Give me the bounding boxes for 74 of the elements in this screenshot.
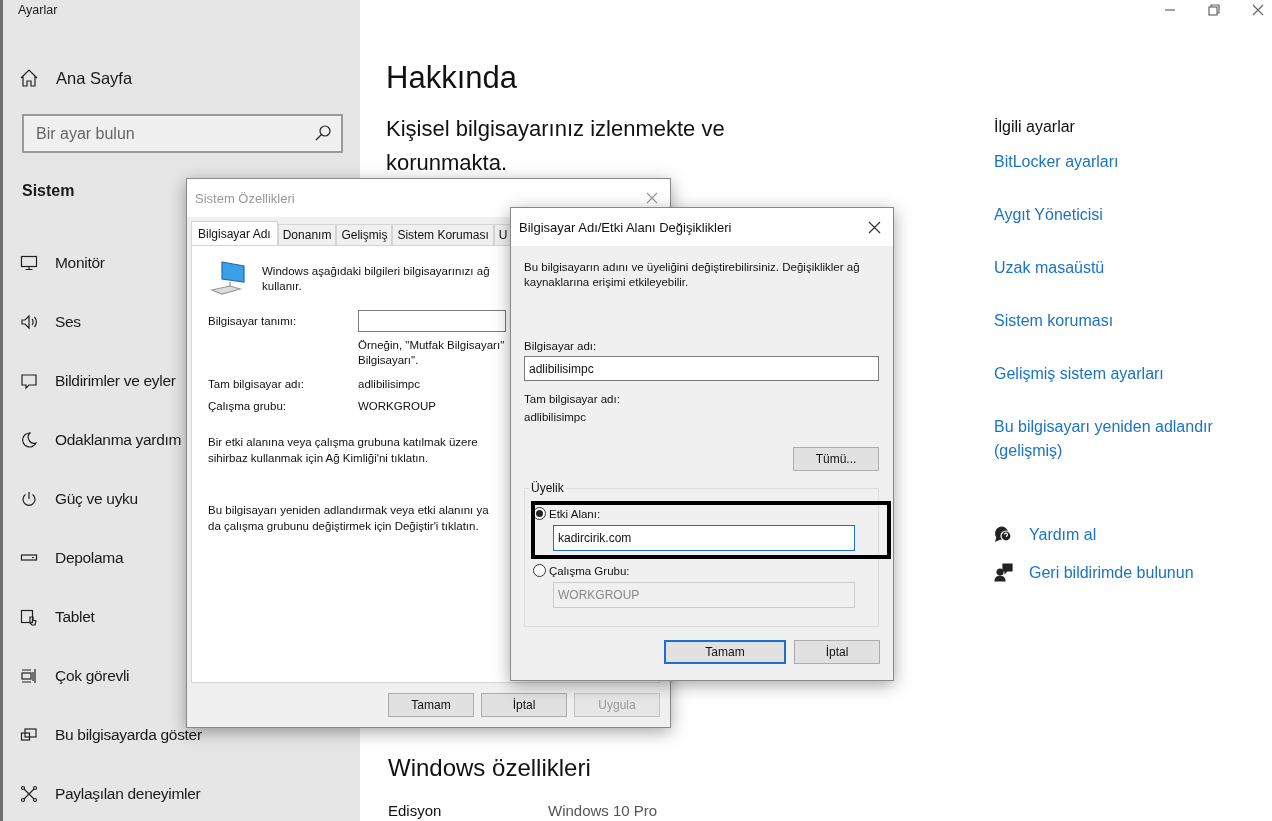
spec-label: Edisyon <box>388 802 443 819</box>
group-label: Üyelik <box>530 481 565 495</box>
multitask-icon <box>20 666 38 685</box>
help-link[interactable]: Geri bildirimde bulunun <box>994 563 1194 582</box>
related-link[interactable]: Bu bilgisayarı yeniden adlandır (gelişmiş) <box>994 415 1234 463</box>
monitor-icon <box>20 253 38 272</box>
instruction-text: Bir etki alanına veya çalışma grubuna katılmak üzere sihirbaz kullanmak için Ağ Kimliği'ni tıklatın. <box>208 435 479 466</box>
close-icon[interactable] <box>868 220 881 234</box>
close-icon[interactable] <box>1252 4 1264 16</box>
dialog-button[interactable]: Tamam <box>664 640 786 664</box>
tablet-icon <box>20 607 38 626</box>
section-heading: Windows özellikleri <box>388 754 592 782</box>
help-link[interactable]: Yardım al <box>994 525 1097 544</box>
search-field[interactable]: Bir ayar bulun <box>22 114 343 153</box>
dialog-title: Bilgisayar Adı/Etki Alanı Değişiklikleri <box>519 219 732 235</box>
field-label: Tam bilgisayar adı: <box>524 393 621 405</box>
example-text: Örneğin, "Mutfak Bilgisayarı" Bilgisayarı". <box>358 338 505 368</box>
dialog-button[interactable]: Tamam <box>388 693 474 717</box>
related-link[interactable]: Gelişmiş sistem ayarları <box>994 362 1164 386</box>
speaker-icon <box>20 312 38 331</box>
field-value: adlibilisimpc <box>358 378 421 390</box>
more-button[interactable]: Tümü... <box>793 447 879 471</box>
page-title: Hakkında <box>386 60 518 96</box>
dialog-button[interactable]: İptal <box>794 640 880 664</box>
instruction-text: Bu bilgisayarı yeniden adlandırmak veya etki alanını ya da çalışma grubunu değiştirmek için Değiştir'i tıklatın. <box>208 503 490 534</box>
moon-icon <box>20 430 38 449</box>
tab[interactable]: Donanım <box>277 224 337 245</box>
section-heading: Sistem <box>22 182 75 200</box>
window-title: Ayarlar <box>18 3 58 17</box>
related-link[interactable]: Sistem koruması <box>994 309 1114 333</box>
option-label: Etki Alanı: <box>549 507 601 520</box>
field-label: Bilgisayar tanımı: <box>208 315 298 327</box>
field-value: adlibilisimpc <box>524 411 587 423</box>
option-field[interactable]: kadircirik.com <box>553 525 855 551</box>
home-link[interactable]: Ana Sayfa <box>19 68 133 88</box>
sidebar-item[interactable]: Ses <box>3 292 81 351</box>
sidebar-item[interactable]: Güç ve uyku <box>3 469 138 528</box>
network-icon <box>20 784 38 803</box>
status-text: Kişisel bilgisayarınız izlenmekte ve korunmakta. <box>386 115 726 177</box>
related-heading: İlgili ayarlar <box>994 118 1075 136</box>
sidebar-item[interactable]: Bu bilgisayarda göster <box>3 705 202 764</box>
field-label: Çalışma grubu: <box>208 400 287 412</box>
dialog-button[interactable]: İptal <box>481 693 567 717</box>
field-label: Tam bilgisayar adı: <box>208 378 305 390</box>
sidebar-item[interactable]: Odaklanma yardım <box>3 410 182 469</box>
description-field[interactable] <box>358 310 506 332</box>
tab[interactable]: Gelişmiş <box>336 224 393 245</box>
message-icon <box>20 371 38 390</box>
computer-icon <box>208 258 248 298</box>
related-link[interactable]: Aygıt Yöneticisi <box>994 203 1103 227</box>
help-icon <box>994 525 1013 544</box>
feedback-icon <box>994 563 1013 582</box>
related-link[interactable]: BitLocker ayarları <box>994 150 1119 174</box>
related-link[interactable]: Uzak masaüstü <box>994 256 1105 280</box>
sidebar-item[interactable]: Paylaşılan deneyimler <box>3 764 201 821</box>
projector-icon <box>20 725 38 744</box>
intro-text: Windows aşağıdaki bilgileri bilgisayarınızı ağ kullanır. <box>262 264 490 294</box>
name-field[interactable]: adlibilisimpc <box>524 356 879 381</box>
search-icon <box>314 124 332 142</box>
intro-text: Bu bilgisayarın adını ve üyeliğini değiştirebilirsiniz. Değişiklikler ağ kaynaklarına erişimi etkileyebilir. <box>524 260 861 290</box>
power-icon <box>20 489 38 508</box>
restore-icon[interactable] <box>1208 4 1220 16</box>
sidebar-item[interactable]: Depolama <box>3 528 124 587</box>
home-icon <box>19 68 39 88</box>
tab[interactable]: Sistem Koruması <box>392 224 494 245</box>
tab[interactable]: Bilgisayar Adı <box>191 221 278 245</box>
option-label: Çalışma Grubu: <box>549 564 630 577</box>
field-label: Bilgisayar adı: <box>524 340 598 352</box>
dialog-title: Sistem Özellikleri <box>195 190 295 206</box>
spec-value: Windows 10 Pro <box>548 802 659 819</box>
sidebar-item[interactable]: Tablet <box>3 587 95 646</box>
sidebar-item[interactable]: Çok görevli <box>3 646 130 705</box>
sidebar-item[interactable]: Monitör <box>3 233 105 292</box>
sidebar-item[interactable]: Bildirimler ve eyler <box>3 351 176 410</box>
